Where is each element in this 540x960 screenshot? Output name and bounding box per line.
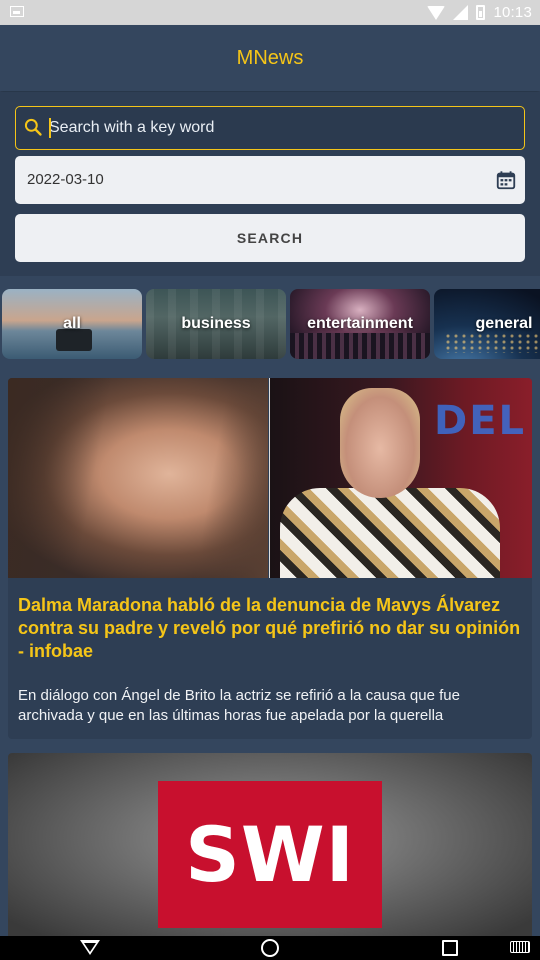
search-input[interactable] bbox=[49, 107, 509, 148]
app-bar: MNews bbox=[0, 25, 540, 91]
article-description: En diálogo con Ángel de Brito la actriz … bbox=[18, 687, 460, 724]
category-label: general bbox=[475, 315, 533, 332]
category-list: all business entertainment general bbox=[2, 289, 540, 359]
keyboard-icon[interactable] bbox=[510, 941, 530, 953]
category-entertainment[interactable]: entertainment bbox=[290, 289, 430, 359]
search-panel: 2022-03-10 SEARCH bbox=[0, 92, 540, 276]
category-label: business bbox=[181, 315, 251, 332]
signal-icon bbox=[453, 5, 469, 20]
date-value: 2022-03-10 bbox=[27, 171, 104, 188]
swi-logo-text: SWI bbox=[185, 810, 355, 899]
search-icon bbox=[24, 118, 42, 136]
article-image-left-photo bbox=[8, 378, 268, 578]
background-sign: DEL bbox=[433, 398, 526, 444]
category-label: all bbox=[63, 315, 81, 332]
status-clock: 10:13 bbox=[493, 4, 532, 21]
date-picker-field[interactable]: 2022-03-10 bbox=[15, 156, 525, 204]
article-image: DEL bbox=[8, 378, 532, 578]
recent-apps-icon[interactable] bbox=[442, 940, 458, 956]
article-image-right-photo: DEL bbox=[270, 378, 532, 578]
category-all[interactable]: all bbox=[2, 289, 142, 359]
battery-icon bbox=[476, 5, 486, 20]
system-navigation-bar bbox=[0, 936, 540, 960]
home-icon[interactable] bbox=[261, 939, 279, 957]
category-business[interactable]: business bbox=[146, 289, 286, 359]
category-general-image bbox=[444, 333, 540, 353]
article-card[interactable]: SWI bbox=[8, 753, 532, 943]
back-icon[interactable] bbox=[80, 940, 100, 955]
search-button[interactable]: SEARCH bbox=[15, 214, 525, 262]
category-entertainment-image bbox=[290, 333, 430, 359]
search-field[interactable] bbox=[15, 106, 525, 150]
article-card[interactable]: DEL Dalma Maradona habló de la denuncia … bbox=[8, 378, 532, 739]
calendar-icon[interactable] bbox=[495, 169, 517, 191]
status-bar: 10:13 bbox=[0, 0, 540, 25]
category-general[interactable]: general bbox=[434, 289, 540, 359]
screenshot-notification-icon bbox=[10, 6, 24, 17]
category-label: entertainment bbox=[307, 315, 413, 332]
text-cursor bbox=[49, 118, 51, 138]
article-title[interactable]: Dalma Maradona habló de la denuncia de M… bbox=[18, 594, 524, 663]
app-title: MNews bbox=[236, 46, 304, 69]
swi-logo: SWI bbox=[158, 781, 382, 928]
wifi-icon bbox=[427, 5, 446, 20]
